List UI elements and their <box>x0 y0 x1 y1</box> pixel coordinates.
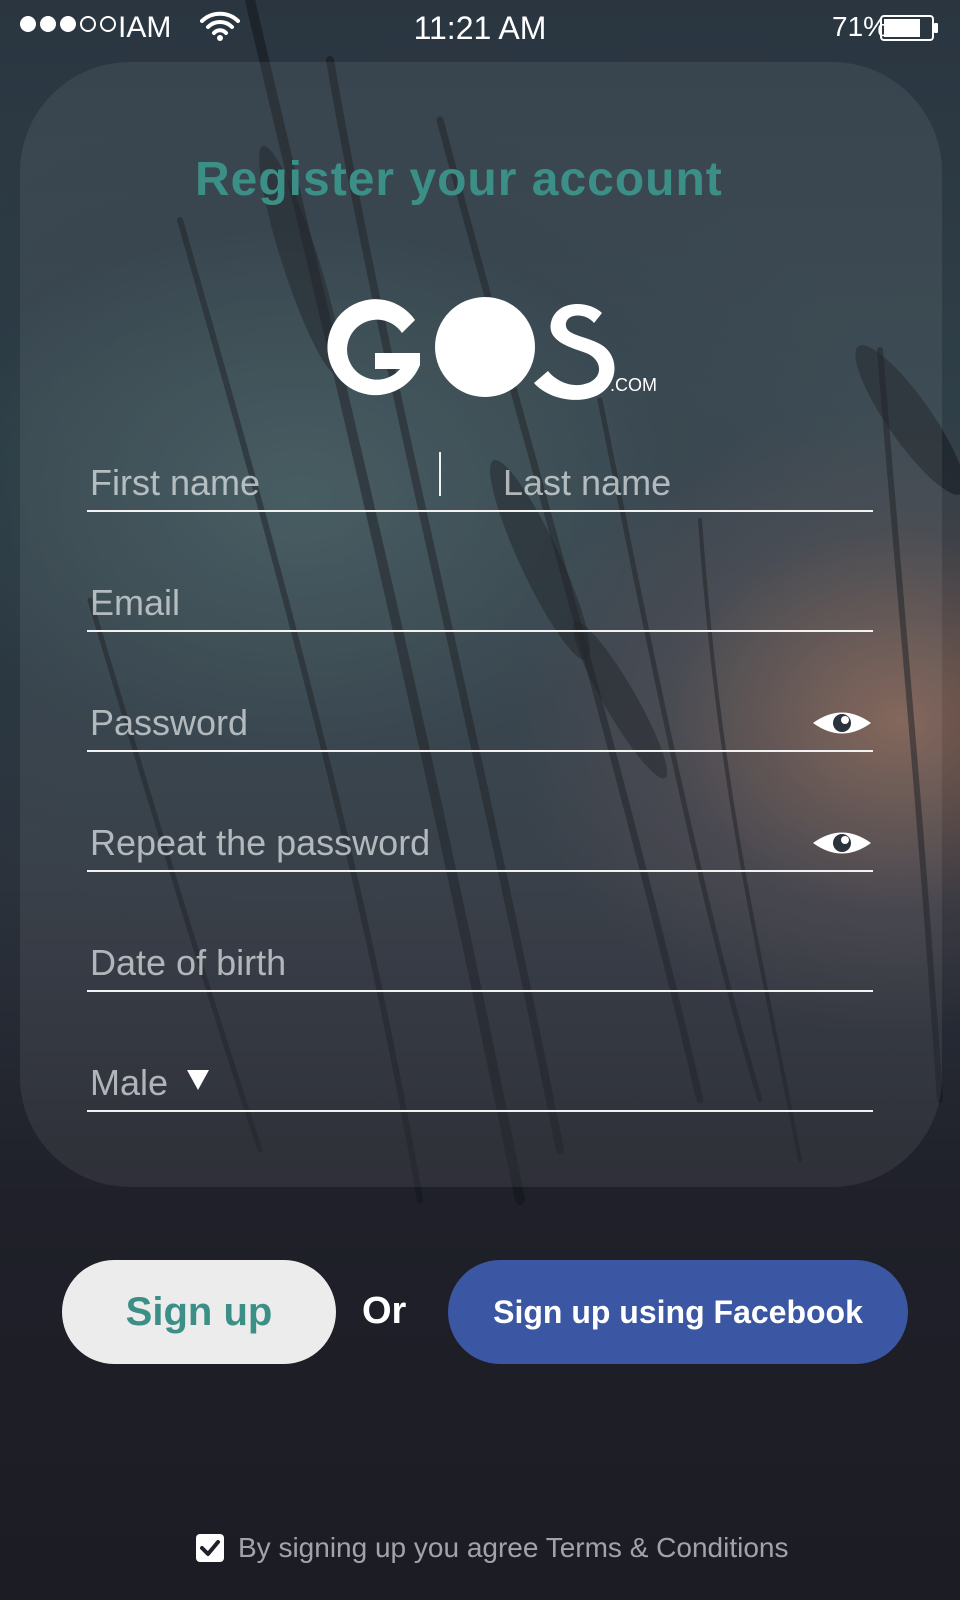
sign-up-button[interactable]: Sign up <box>62 1260 336 1364</box>
terms-checkbox[interactable] <box>196 1534 224 1562</box>
clock: 11:21 AM <box>413 10 547 46</box>
page-title: Register your account <box>195 153 723 206</box>
repeat-password-placeholder: Repeat the password <box>90 822 431 863</box>
gos-logo: .COM <box>327 297 657 400</box>
repeat-password-field[interactable]: Repeat the password <box>87 812 873 872</box>
terms-row: By signing up you agree Terms & Conditio… <box>196 1528 788 1568</box>
password-placeholder: Password <box>90 702 249 743</box>
facebook-sign-up-button[interactable]: Sign up using Facebook <box>448 1260 908 1364</box>
battery-icon <box>880 15 938 41</box>
or-separator: Or <box>362 1290 407 1332</box>
show-password-eye-icon[interactable] <box>811 708 873 738</box>
show-repeat-password-eye-icon[interactable] <box>811 828 873 858</box>
email-placeholder: Email <box>90 582 181 623</box>
name-row: First name Last name <box>87 452 873 512</box>
terms-text[interactable]: By signing up you agree Terms & Conditio… <box>238 1532 788 1564</box>
email-field[interactable]: Email <box>87 572 873 632</box>
svg-text:.COM: .COM <box>610 375 657 395</box>
check-icon <box>200 1540 220 1556</box>
date-of-birth-field[interactable]: Date of birth <box>87 932 873 992</box>
last-name-input[interactable]: Last name <box>503 462 671 504</box>
gender-value: Male <box>90 1062 169 1103</box>
status-bar: IAM 11:21 AM 71% <box>0 0 960 56</box>
first-name-input[interactable]: First name <box>90 462 260 504</box>
name-divider <box>439 452 441 496</box>
password-field[interactable]: Password <box>87 692 873 752</box>
date-of-birth-placeholder: Date of birth <box>90 942 287 983</box>
gender-select[interactable]: Male <box>87 1052 873 1112</box>
dropdown-arrow-icon[interactable] <box>187 1070 209 1090</box>
